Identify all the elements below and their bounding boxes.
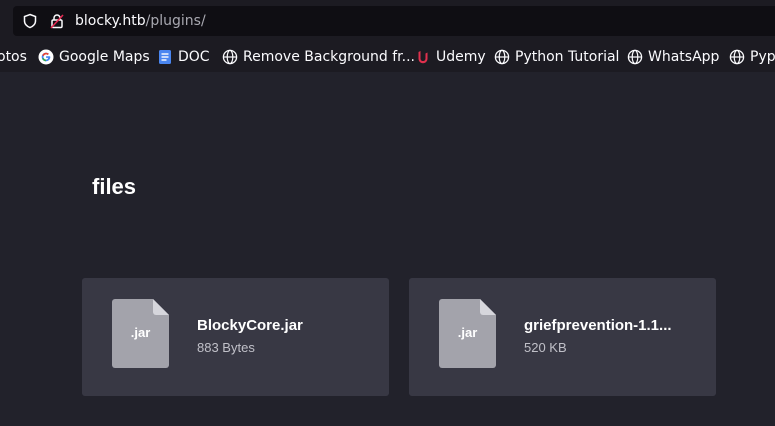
document-icon bbox=[159, 50, 171, 64]
google-icon bbox=[38, 49, 54, 65]
shield-icon[interactable] bbox=[22, 13, 38, 29]
url-path: /plugins/ bbox=[145, 13, 206, 29]
bookmarks-toolbar: otos Google Maps DOC Remove Background f… bbox=[0, 42, 775, 72]
navigation-toolbar: blocky.htb/plugins/ bbox=[0, 0, 775, 42]
file-size: 520 KB bbox=[524, 340, 567, 355]
file-name[interactable]: BlockyCore.jar bbox=[197, 317, 372, 335]
file-size: 883 Bytes bbox=[197, 340, 255, 355]
file-extension: .jar bbox=[457, 325, 478, 340]
page-title: files bbox=[92, 174, 137, 199]
bookmark-pypi[interactable]: Pypi bbox=[729, 48, 775, 66]
url-text[interactable]: blocky.htb/plugins/ bbox=[75, 12, 206, 30]
globe-icon bbox=[729, 49, 745, 65]
bookmark-google-maps[interactable]: Google Maps bbox=[38, 48, 150, 66]
bookmark-photos[interactable]: otos bbox=[0, 48, 27, 66]
udemy-icon bbox=[418, 51, 428, 64]
bookmark-python-tutorial[interactable]: Python Tutorial bbox=[494, 48, 619, 66]
bookmark-doc[interactable]: DOC bbox=[157, 48, 210, 66]
bookmark-udemy[interactable]: Udemy bbox=[415, 48, 486, 66]
file-name[interactable]: griefprevention-1.1... bbox=[524, 317, 699, 335]
url-host: blocky.htb bbox=[75, 13, 146, 29]
insecure-lock-icon[interactable] bbox=[49, 13, 65, 29]
globe-icon bbox=[494, 49, 510, 65]
bookmark-whatsapp[interactable]: WhatsApp bbox=[627, 48, 719, 66]
file-card-griefprevention[interactable]: .jar griefprevention-1.1... 520 KB bbox=[409, 278, 716, 396]
bookmark-remove-background[interactable]: Remove Background fr... bbox=[222, 48, 415, 66]
globe-icon bbox=[627, 49, 643, 65]
file-card-blockycore[interactable]: .jar BlockyCore.jar 883 Bytes bbox=[82, 278, 389, 396]
globe-icon bbox=[222, 49, 238, 65]
file-extension: .jar bbox=[130, 325, 151, 340]
url-bar[interactable]: blocky.htb/plugins/ bbox=[13, 6, 775, 36]
